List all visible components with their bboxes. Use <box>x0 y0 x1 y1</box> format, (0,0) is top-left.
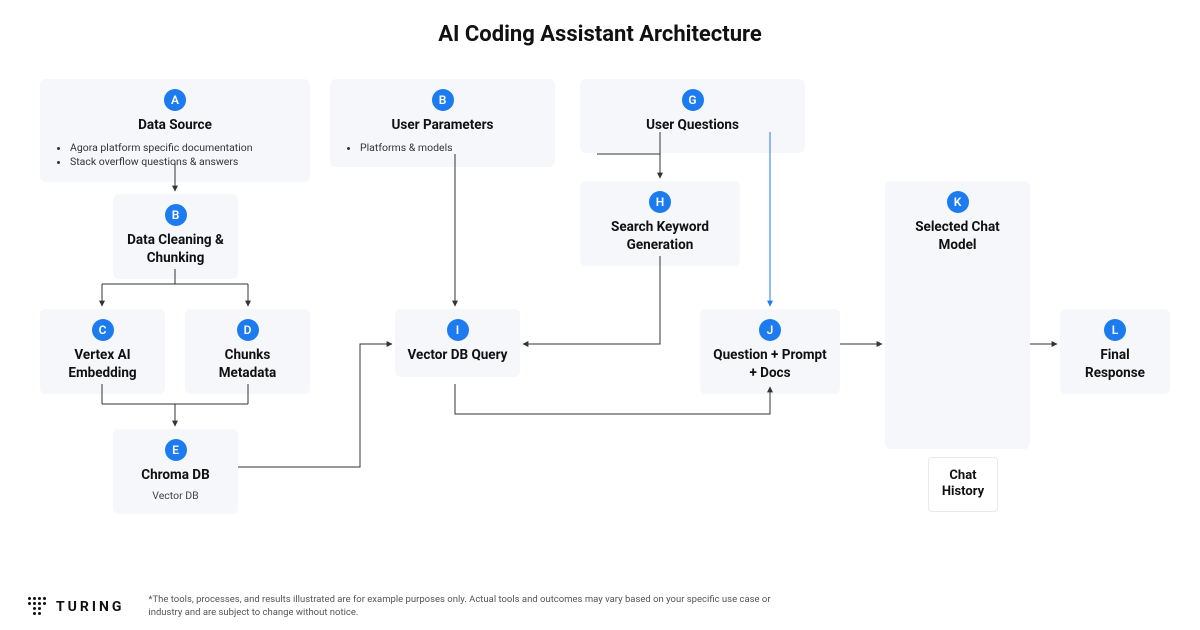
badge-j: J <box>759 319 781 341</box>
chat-history-box: Chat History <box>928 457 998 512</box>
node-vector-db-query: I Vector DB Query <box>395 309 520 377</box>
badge-b: B <box>432 89 454 111</box>
node-title: Final Response <box>1070 347 1160 382</box>
disclaimer-text: *The tools, processes, and results illus… <box>148 594 788 620</box>
brand-name: TURING <box>56 599 124 615</box>
node-title: Vector DB Query <box>405 347 510 365</box>
node-title: User Parameters <box>340 117 545 135</box>
badge-g: G <box>682 89 704 111</box>
node-title: Search Keyword Generation <box>590 219 730 254</box>
node-title: User Questions <box>590 117 795 135</box>
bullet: Platforms & models <box>360 141 545 156</box>
node-question-prompt-docs: J Question + Prompt + Docs <box>700 309 840 394</box>
bullet: Stack overflow questions & answers <box>70 155 300 170</box>
node-bullets: Platforms & models <box>340 141 545 156</box>
node-final-response: L Final Response <box>1060 309 1170 394</box>
badge-l: L <box>1104 319 1126 341</box>
node-title: Selected Chat Model <box>895 219 1020 254</box>
node-user-questions: G User Questions <box>580 79 805 153</box>
node-subtitle: Vector DB <box>123 489 228 502</box>
node-bullets: Agora platform specific documentation St… <box>50 141 300 170</box>
badge-d: D <box>237 319 259 341</box>
node-data-cleaning: B Data Cleaning & Chunking <box>113 194 238 279</box>
node-data-source: A Data Source Agora platform specific do… <box>40 79 310 182</box>
badge-h: H <box>649 191 671 213</box>
logo-mark-icon <box>28 597 48 617</box>
node-vertex-ai-embedding: C Vertex AI Embedding <box>40 309 165 394</box>
node-title: Chroma DB <box>123 467 228 485</box>
node-title: Data Cleaning & Chunking <box>123 232 228 267</box>
footer: TURING *The tools, processes, and result… <box>28 594 1172 620</box>
node-chunks-metadata: D Chunks Metadata <box>185 309 310 394</box>
node-title: Chunks Metadata <box>195 347 300 382</box>
badge-k: K <box>947 191 969 213</box>
brand-logo: TURING <box>28 597 124 617</box>
node-title: Data Source <box>50 117 300 135</box>
bullet: Agora platform specific documentation <box>70 141 300 156</box>
badge-e: E <box>165 439 187 461</box>
node-user-parameters: B User Parameters Platforms & models <box>330 79 555 167</box>
node-chroma-db: E Chroma DB Vector DB <box>113 429 238 514</box>
badge-a: A <box>164 89 186 111</box>
diagram-canvas: A Data Source Agora platform specific do… <box>0 59 1200 579</box>
badge-i: I <box>447 319 469 341</box>
node-title: Vertex AI Embedding <box>50 347 155 382</box>
badge-b2: B <box>165 204 187 226</box>
badge-c: C <box>92 319 114 341</box>
page-title: AI Coding Assistant Architecture <box>0 0 1200 59</box>
node-search-keyword: H Search Keyword Generation <box>580 181 740 266</box>
node-title: Question + Prompt + Docs <box>710 347 830 382</box>
node-selected-chat-model: K Selected Chat Model <box>885 181 1030 449</box>
